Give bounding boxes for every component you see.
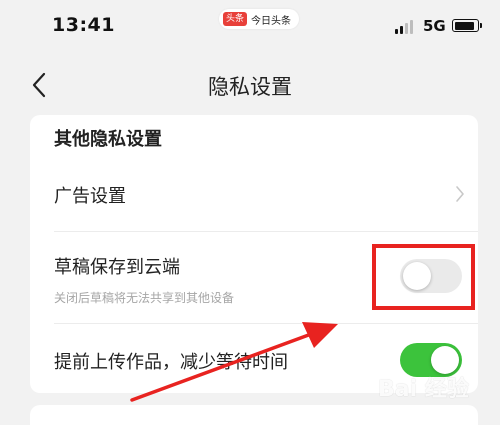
- divider: [54, 231, 478, 232]
- ad-settings-label: 广告设置: [54, 186, 126, 207]
- page-title: 隐私设置: [208, 75, 292, 99]
- divider: [54, 323, 478, 324]
- battery-icon: [452, 19, 479, 32]
- app-indicator[interactable]: 头条 今日头条: [219, 9, 300, 29]
- network-type: 5G: [423, 17, 446, 35]
- upload-advance-label: 提前上传作品，减少等待时间: [54, 352, 288, 373]
- draft-cloud-label: 草稿保存到云端: [54, 257, 180, 278]
- app-name: 今日头条: [251, 15, 292, 27]
- annotation-highlight-box: [372, 244, 475, 310]
- chevron-right-icon: [456, 186, 464, 202]
- app-badge: 头条: [223, 12, 248, 26]
- draft-cloud-sublabel: 关闭后草稿将无法共享到其他设备: [54, 291, 235, 305]
- next-card: [30, 405, 478, 425]
- watermark: Bai 经验: [378, 377, 469, 402]
- toggle-knob: [431, 346, 459, 374]
- signal-icon: [395, 18, 417, 34]
- nav-bar: 隐私设置: [0, 56, 500, 114]
- status-time: 13:41: [52, 14, 115, 36]
- battery-cap: [480, 23, 482, 28]
- section-title: 其他隐私设置: [54, 129, 162, 150]
- status-bar: 13:41 头条 今日头条 5G: [0, 0, 500, 56]
